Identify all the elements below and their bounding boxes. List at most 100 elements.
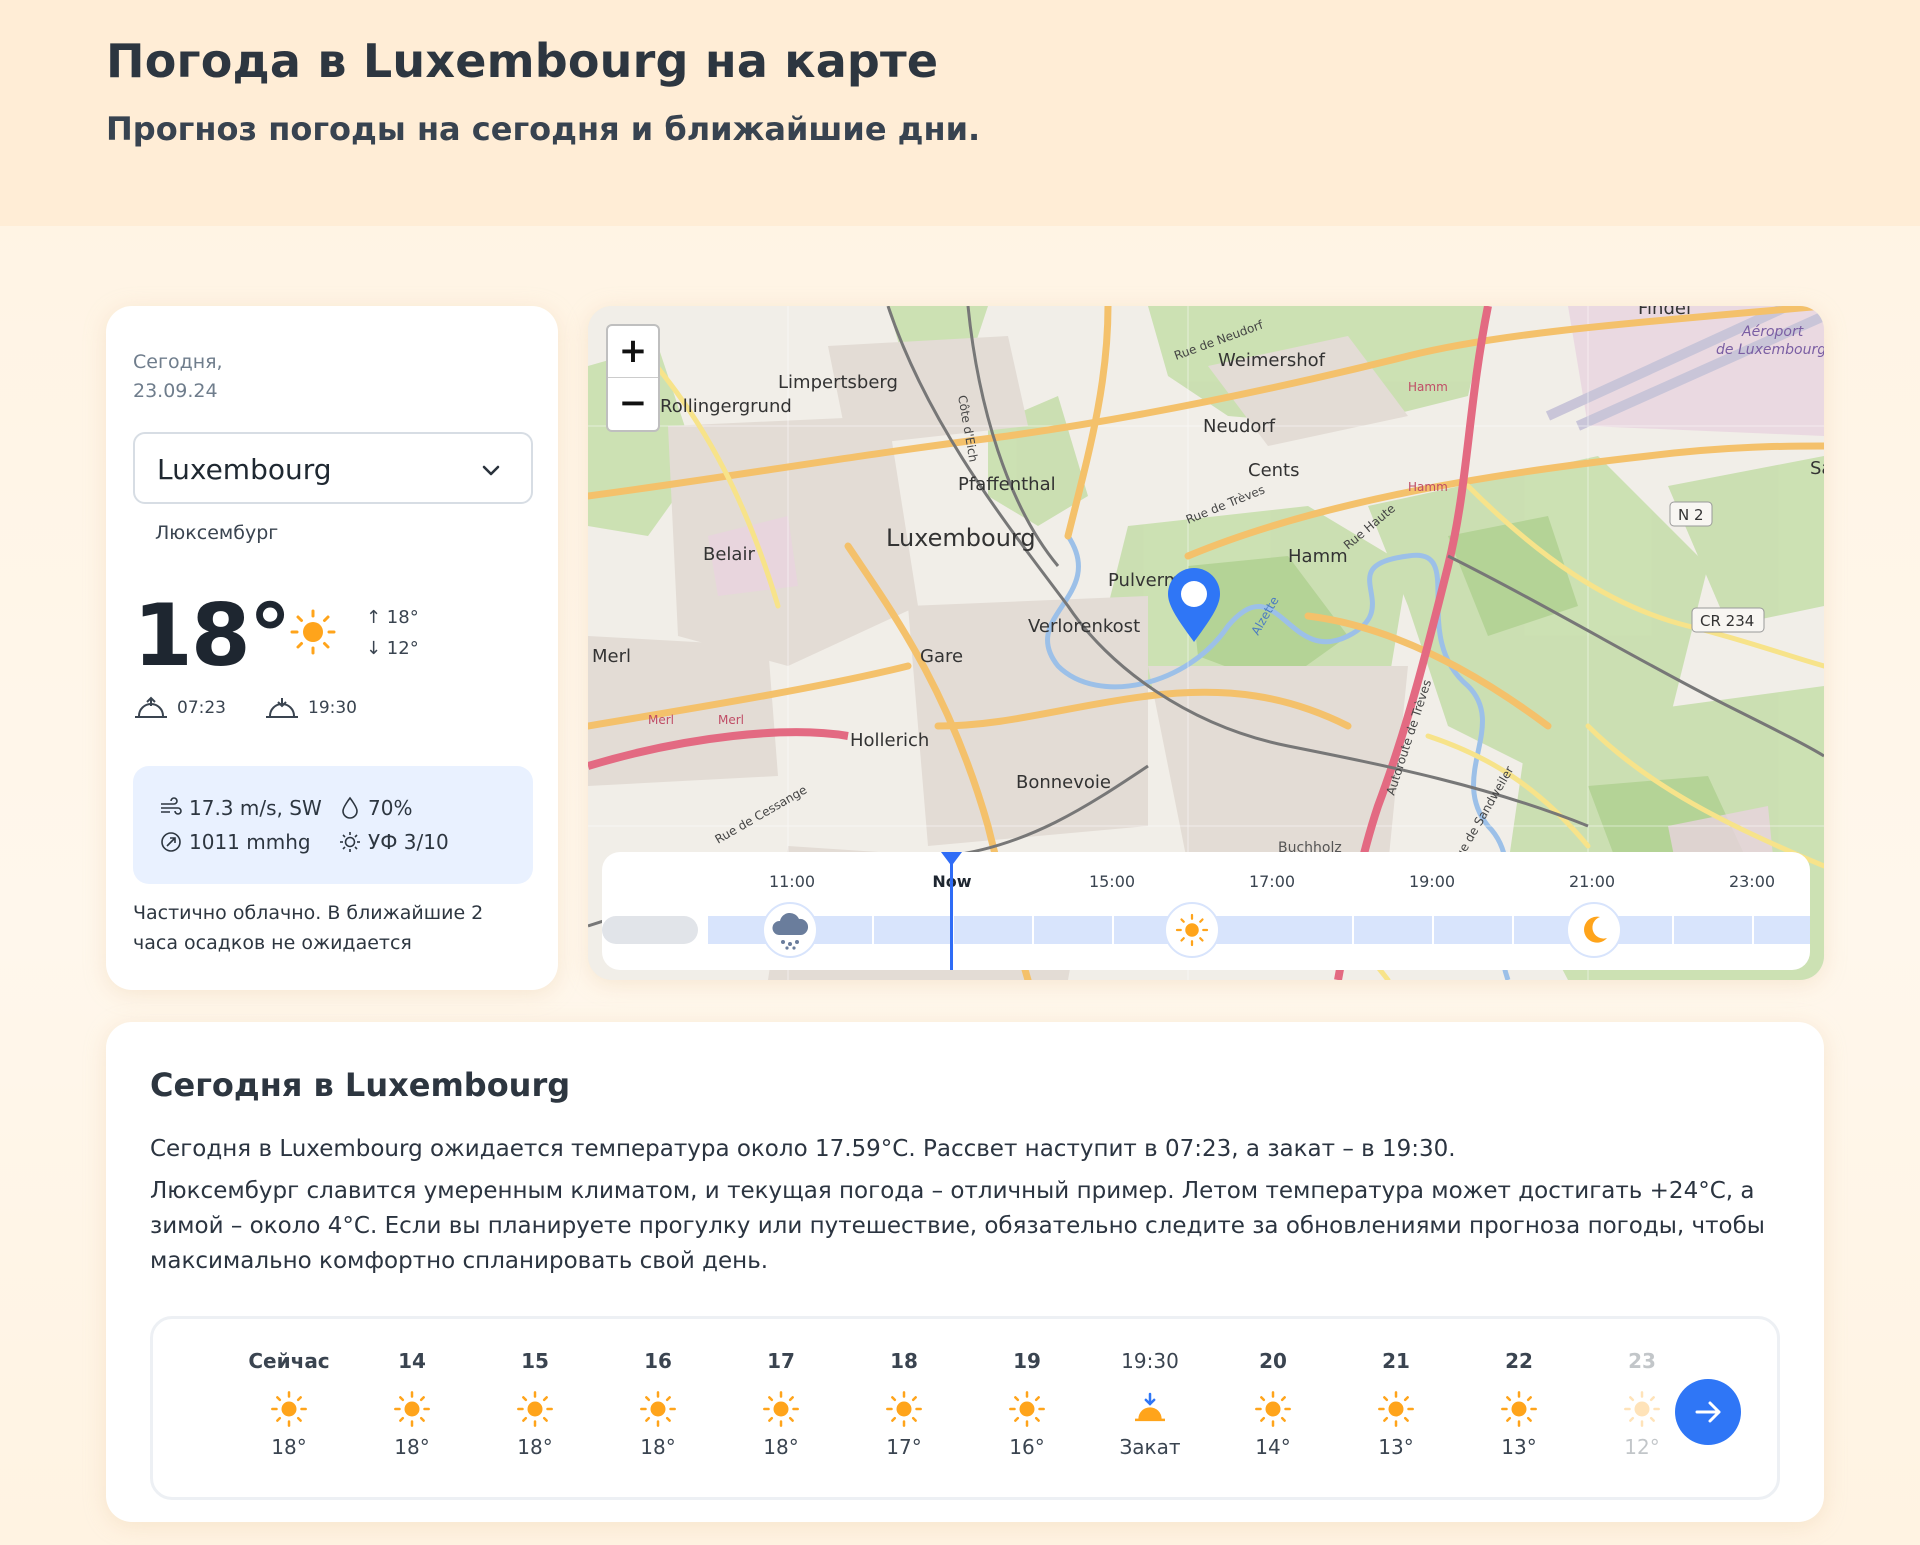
hourly-item: 19:30 Закат [1095,1319,1205,1503]
temp-high: ↑ 18° [366,607,419,628]
map-label-luxembourg: Luxembourg [886,524,1036,552]
wind-metric: 17.3 m/s, SW [159,796,322,820]
hourly-item: 22 13° [1464,1319,1574,1503]
sunrise-icon [135,696,167,718]
zoom-out-button[interactable]: − [608,378,658,430]
hourly-temp: 17° [886,1435,922,1459]
hourly-item: 18 17° [849,1319,959,1503]
svg-text:N 2: N 2 [1678,506,1704,524]
svg-text:Merl: Merl [648,713,674,727]
timeline-tick [872,916,874,944]
sun-icon [884,1389,924,1429]
timeline-label: 11:00 [768,872,816,891]
hourly-item: 17 18° [726,1319,836,1503]
chevron-down-icon [482,465,500,476]
sun-icon [392,1389,432,1429]
hourly-hour: 18 [890,1349,918,1373]
svg-text:CR 234: CR 234 [1700,612,1754,630]
timeline-tick [1432,916,1434,944]
svg-text:Merl: Merl [718,713,744,727]
metrics-box: 17.3 m/s, SW 70% 1011 mmhg УФ 3/10 [133,766,533,884]
map-label-pfaffenthal: Pfaffenthal [958,474,1056,495]
zoom-control[interactable]: + − [606,324,660,432]
hourly-temp: 16° [1009,1435,1045,1459]
hourly-temp: 18° [517,1435,553,1459]
page-title: Погода в Luxembourg на карте [106,34,939,88]
map-label-findel: Findel [1638,306,1691,319]
summary-paragraph-1: Сегодня в Luxembourg ожидается температу… [150,1136,1456,1162]
timeline-label: 17:00 [1248,872,1296,891]
map-label-gare: Gare [920,646,963,667]
timeline-tick [1672,916,1674,944]
pressure-metric: 1011 mmhg [159,830,311,854]
timeline-marker[interactable] [762,902,818,958]
hero-banner: Погода в Luxembourg на карте Прогноз пог… [0,0,1920,226]
hourly-hour: 19:30 [1121,1349,1179,1373]
gauge-icon [161,832,181,852]
svg-text:Hamm: Hamm [1408,380,1448,394]
time-slider[interactable]: 11:00 Now 15:00 17:00 19:00 21:00 23:00 [602,852,1810,970]
sun-icon [269,1389,309,1429]
section-heading: Сегодня в Luxembourg [150,1066,571,1104]
map-label-cents: Cents [1248,460,1300,481]
pressure-value: 1011 mmhg [189,830,311,854]
hourly-temp: 18° [763,1435,799,1459]
wind-icon [161,797,182,815]
sun-icon [1376,1389,1416,1429]
current-date: Сегодня, 23.09.24 [133,351,223,402]
hourly-item: 19 16° [972,1319,1082,1503]
hourly-hour: 23 [1628,1349,1656,1373]
page-subtitle: Прогноз погоды на сегодня и ближайшие дн… [106,110,981,148]
hourly-hour: Сейчас [248,1349,330,1373]
timeline-now-indicator[interactable] [950,852,953,970]
hourly-hour: 19 [1013,1349,1041,1373]
today-summary-card: Сегодня в Luxembourg Сегодня в Luxembour… [106,1022,1824,1522]
timeline-label: 19:00 [1408,872,1456,891]
hourly-item: 20 14° [1218,1319,1328,1503]
map-label-weimershof: Weimershof [1218,350,1326,371]
sun-icon [1175,913,1209,947]
map-label-limpertsberg: Limpertsberg [778,372,898,393]
drop-icon [342,796,358,819]
moon-icon [1584,916,1607,943]
map-label-belair: Belair [703,544,755,565]
hourly-temp: 18° [394,1435,430,1459]
weather-map[interactable]: Limpertsberg Rollingergrund Weimershof N… [588,306,1824,980]
rain-cloud-icon [772,912,809,950]
weather-description: Частично облачно. В ближайшие 2 часа оса… [133,902,484,954]
sunrise-time: 07:23 [177,698,226,718]
map-label-airport: Aéroport [1741,324,1804,340]
timeline-marker[interactable] [1164,902,1220,958]
zoom-in-button[interactable]: + [608,326,658,378]
map-label-hamm: Hamm [1288,546,1348,567]
timeline-past-segment [602,916,698,944]
map-label-sa: Sa [1810,458,1824,479]
hourly-temp: 18° [640,1435,676,1459]
hourly-hour: 22 [1505,1349,1533,1373]
uv-metric: УФ 3/10 [338,830,449,854]
hourly-temp: 12° [1624,1435,1660,1459]
sun-icon [1253,1389,1293,1429]
timeline-tick [1752,916,1754,944]
timeline-tick [1032,916,1034,944]
hourly-temp: 13° [1378,1435,1414,1459]
current-weather-card: Сегодня, 23.09.24 Luxembourg Люксембург … [106,306,558,990]
temp-low: ↓ 12° [366,638,419,659]
arrow-right-icon [1695,1401,1721,1423]
hourly-hour: 16 [644,1349,672,1373]
sun-times: 07:23 19:30 [133,696,357,720]
map-label-neudorf: Neudorf [1203,416,1276,437]
hourly-hour: 21 [1382,1349,1410,1373]
hourly-forecast[interactable]: Сейчас 18° 14 18° 15 18° 16 18° 17 18° 18 17° 19 16° 1… [150,1316,1780,1500]
timeline-marker[interactable] [1566,902,1622,958]
sunset-icon [1130,1389,1170,1429]
next-hours-button[interactable] [1675,1379,1741,1445]
current-temperature: 18° [133,586,292,686]
hourly-item: 16 18° [603,1319,713,1503]
hourly-item: Сейчас 18° [234,1319,344,1503]
sun-icon [761,1389,801,1429]
map-label-airport-2: de Luxembourg [1716,342,1824,358]
city-select[interactable]: Luxembourg [133,432,533,504]
timeline-label: 15:00 [1088,872,1136,891]
uv-value: УФ 3/10 [368,830,449,854]
